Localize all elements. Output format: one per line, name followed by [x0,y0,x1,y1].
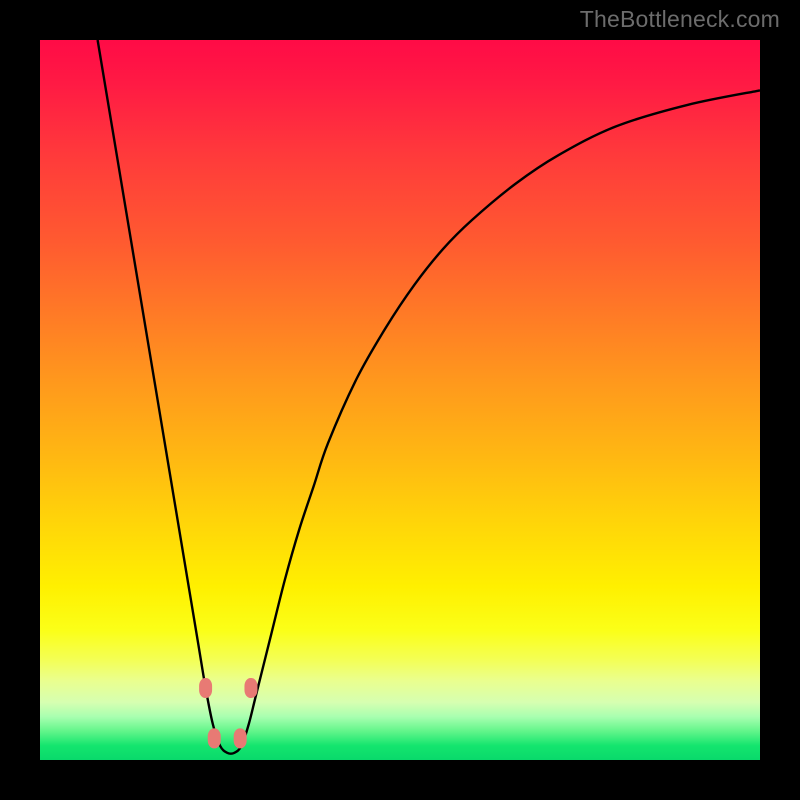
watermark-text: TheBottleneck.com [580,6,780,33]
curve-marker [244,678,257,698]
curve-marker [199,678,212,698]
bottleneck-curve [40,40,760,760]
curve-marker [234,728,247,748]
plot-area [40,40,760,760]
curve-marker [208,728,221,748]
chart-frame: TheBottleneck.com [0,0,800,800]
curve-path [98,40,760,754]
